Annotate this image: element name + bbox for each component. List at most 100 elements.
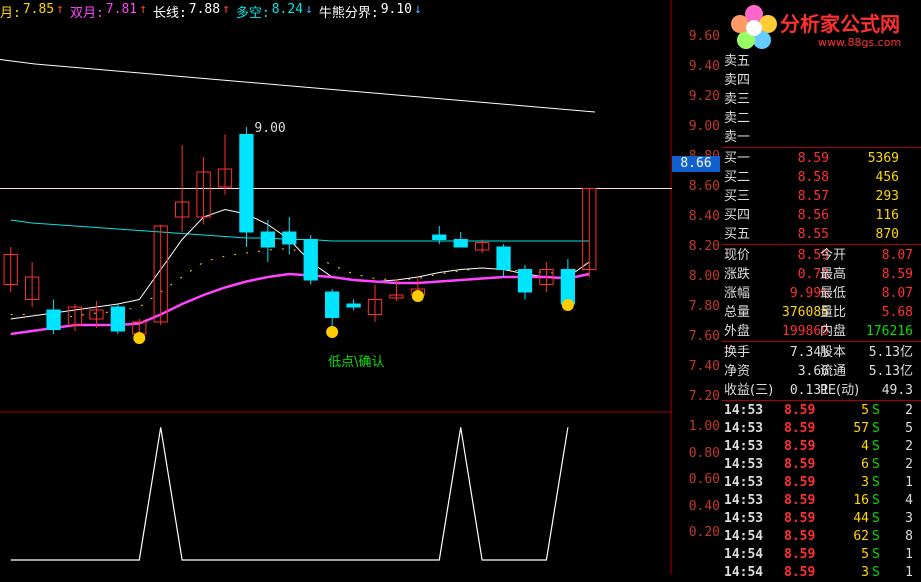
tick-row[interactable]: 14:54 8.59 3 S 1: [722, 564, 921, 582]
y-tick-label: 9.00: [688, 119, 720, 134]
buy-label: 买三: [724, 189, 751, 204]
tick-row[interactable]: 14:54 8.59 62 S 8: [722, 528, 921, 546]
indicator-line-牛熊分界: [0, 59, 596, 113]
legend-item: 长线: 7.88 ↑: [153, 2, 230, 21]
stat-value: 8.07: [881, 248, 913, 263]
legend-value: 7.81: [105, 1, 138, 17]
tick-row[interactable]: 14:53 8.59 57 S 5: [722, 420, 921, 438]
tick-volume: 4: [861, 439, 869, 454]
tick-volume: 6: [861, 457, 869, 472]
buy-price: 8.57: [797, 189, 829, 204]
tick-time: 14:54: [724, 529, 764, 544]
osc-tick-label: 0.60: [688, 472, 720, 488]
tick-time: 14:53: [724, 475, 764, 490]
y-tick-label: 7.20: [688, 389, 720, 404]
tick-count: 2: [905, 403, 913, 418]
tick-count: 2: [905, 439, 913, 454]
tick-count: 1: [905, 565, 913, 580]
sell-row: 卖四: [722, 71, 921, 90]
candle-body: [560, 269, 576, 305]
legend-value: 7.85: [22, 1, 55, 17]
osc-tick-label: 0.40: [688, 498, 720, 514]
legend-item: 牛熊分界: 9.10 ↓: [319, 2, 422, 21]
tick-row[interactable]: 14:53 8.59 5 S 2: [722, 402, 921, 420]
divider: [722, 341, 921, 342]
tick-volume: 3: [861, 475, 869, 490]
legend-label: 双月:: [69, 5, 104, 21]
tick-row[interactable]: 14:53 8.59 4 S 2: [722, 438, 921, 456]
stat-row: 外盘 199869 内盘 176216: [722, 322, 921, 341]
legend-value: 8.24: [271, 1, 304, 17]
stat-value: 8.59: [881, 267, 913, 282]
tick-direction: S: [872, 493, 880, 508]
sell-label: 卖五: [724, 54, 751, 69]
flower-logo-icon: [731, 5, 777, 49]
y-tick-label: 7.40: [688, 359, 720, 374]
stat-value: 176216: [866, 324, 913, 339]
indicator-legend: 月: 7.85 ↑ 双月: 7.81 ↑ 长线: 7.88 ↑ 多空: 8.24 ↓ 牛熊分界: 9.10…: [0, 0, 422, 22]
buy-price: 8.56: [797, 208, 829, 223]
quote-panel: 分析家公式网 www.88gs.com 卖五 卖四 卖三 卖二 卖一 买一 8.59 536…: [722, 0, 921, 580]
tick-volume: 62: [853, 529, 869, 544]
legend-item: 多空: 8.24 ↓: [236, 2, 313, 21]
stat-label: 量比: [820, 305, 847, 320]
buy-row: 买二 8.58 456: [722, 168, 921, 187]
tick-row[interactable]: 14:54 8.59 5 S 1: [722, 546, 921, 564]
osc-tick-label: 0.80: [688, 445, 720, 461]
fundamental-row: 换手 7.34% 股本 5.13亿: [722, 343, 921, 362]
fundamental-label: 股本: [820, 345, 847, 360]
signal-marker-icon: [326, 326, 339, 338]
oscillator-line: [10, 427, 569, 561]
tick-price: 8.59: [784, 511, 816, 526]
tick-row[interactable]: 14:53 8.59 3 S 1: [722, 474, 921, 492]
stat-row: 现价 8.59 今开 8.07: [722, 246, 921, 265]
price-marker: 8.66: [672, 156, 720, 172]
fundamental-value: 5.13亿: [868, 364, 913, 379]
tick-price: 8.59: [784, 547, 816, 562]
tick-direction: S: [872, 403, 880, 418]
tick-time: 14:54: [724, 547, 764, 562]
legend-value: 7.88: [188, 1, 221, 17]
tick-direction: S: [872, 421, 880, 436]
down-arrow-icon: ↓: [305, 1, 313, 17]
buy-volume: 293: [875, 189, 899, 204]
tick-price: 8.59: [784, 457, 816, 472]
tick-count: 4: [905, 493, 913, 508]
buy-price: 8.58: [797, 170, 829, 185]
stat-value: 5.68: [881, 305, 913, 320]
fundamental-value: 5.13亿: [868, 345, 913, 360]
fundamental-value: 49.3: [881, 383, 913, 398]
buy-volume: 456: [875, 170, 899, 185]
y-tick-label: 8.00: [688, 269, 720, 284]
candle-body: [432, 234, 447, 240]
stat-label: 内盘: [820, 324, 847, 339]
sell-row: 卖三: [722, 90, 921, 109]
stat-row: 涨幅 9.99% 最低 8.07: [722, 284, 921, 303]
candles: [3, 127, 597, 340]
candle-body: [110, 306, 126, 332]
tick-row[interactable]: 14:53 8.59 16 S 4: [722, 492, 921, 510]
tick-direction: S: [872, 511, 880, 526]
tick-price: 8.59: [784, 493, 816, 508]
buy-label: 买一: [724, 151, 751, 166]
candle-body: [260, 231, 276, 248]
candlestick-chart[interactable]: 9.00 低点\确认: [0, 0, 672, 574]
logo: 分析家公式网 www.88gs.com: [722, 0, 921, 52]
sell-label: 卖一: [724, 130, 751, 145]
tick-row[interactable]: 14:53 8.59 6 S 2: [722, 456, 921, 474]
signal-marker-icon: [133, 332, 146, 344]
tick-row[interactable]: 14:53 8.59 44 S 3: [722, 510, 921, 528]
stat-label: 涨幅: [724, 286, 751, 301]
y-tick-label: 8.60: [688, 179, 720, 194]
tick-direction: S: [872, 565, 880, 580]
sell-row: 卖一: [722, 128, 921, 147]
logo-url: www.88gs.com: [818, 36, 902, 49]
up-arrow-icon: ↑: [139, 1, 147, 17]
tick-price: 8.59: [784, 403, 816, 418]
tick-direction: S: [872, 529, 880, 544]
tick-volume: 5: [861, 547, 869, 562]
candle-body: [346, 303, 361, 308]
buy-price: 8.59: [797, 151, 829, 166]
tick-direction: S: [872, 547, 880, 562]
tick-time: 14:53: [724, 457, 764, 472]
